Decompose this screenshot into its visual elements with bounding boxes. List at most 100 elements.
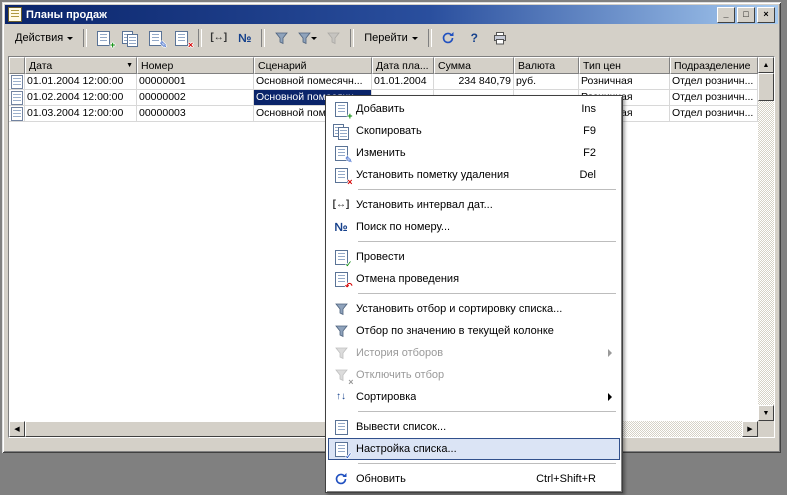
- menu-item-label: История отборов: [356, 347, 443, 359]
- copy-button[interactable]: [117, 26, 142, 50]
- disable-filter-button[interactable]: [321, 26, 346, 50]
- menu-item-filter-by-column-value[interactable]: Отбор по значению в текущей колонке: [328, 320, 620, 342]
- menu-item-edit[interactable]: ✎ Изменить F2: [328, 142, 620, 164]
- menu-item-list-settings[interactable]: ✓ Настройка списка...: [328, 438, 620, 460]
- cell-department[interactable]: Отдел розничн...: [670, 74, 758, 90]
- menu-item-label: Провести: [356, 251, 405, 263]
- header-price-type[interactable]: Тип цен: [579, 57, 670, 74]
- cell-date[interactable]: 01.02.2004 12:00:00: [25, 90, 137, 106]
- menu-item-sort[interactable]: ↑↓ Сортировка: [328, 386, 620, 408]
- header-date[interactable]: Дата ▼: [25, 57, 137, 74]
- goto-label: Перейти: [364, 32, 408, 44]
- date-interval-button[interactable]: [↔]: [206, 26, 231, 50]
- edit-button[interactable]: ✎: [143, 26, 168, 50]
- cell-scenario[interactable]: Основной помесячн...: [254, 74, 372, 90]
- table-header: Дата ▼ Номер Сценарий Дата пла... Сумма …: [9, 57, 758, 74]
- search-by-number-button[interactable]: №: [232, 26, 257, 50]
- document-icon: [11, 91, 23, 105]
- add-icon: +: [97, 31, 110, 46]
- date-interval-icon: [↔]: [210, 33, 227, 43]
- header-icon-column[interactable]: [9, 57, 25, 74]
- menu-item-post[interactable]: ✓ Провести: [328, 246, 620, 268]
- cell-department[interactable]: Отдел розничн...: [670, 90, 758, 106]
- undo-post-icon: ↶: [330, 272, 352, 287]
- menu-item-mark-delete[interactable]: × Установить пометку удаления Del: [328, 164, 620, 186]
- header-number[interactable]: Номер: [137, 57, 254, 74]
- cell-number[interactable]: 00000001: [137, 74, 254, 90]
- vertical-scroll-thumb[interactable]: [758, 73, 774, 101]
- dropdown-caret-icon: [412, 37, 418, 40]
- cell-plan-date[interactable]: 01.01.2004: [372, 74, 434, 90]
- menu-item-filter-history[interactable]: История отборов: [328, 342, 620, 364]
- toolbar-separator: [261, 29, 265, 47]
- menu-item-set-date-interval[interactable]: [↔] Установить интервал дат...: [328, 194, 620, 216]
- menu-item-label: Изменить: [356, 147, 406, 159]
- cell-date[interactable]: 01.03.2004 12:00:00: [25, 106, 137, 122]
- vertical-scrollbar[interactable]: ▲ ▼: [758, 57, 774, 421]
- scroll-up-button[interactable]: ▲: [758, 57, 774, 73]
- cell-number[interactable]: 00000002: [137, 90, 254, 106]
- menu-item-add[interactable]: + Добавить Ins: [328, 98, 620, 120]
- cell-date[interactable]: 01.01.2004 12:00:00: [25, 74, 137, 90]
- menu-item-search-by-number[interactable]: № Поиск по номеру...: [328, 216, 620, 238]
- header-label: Номер: [141, 60, 173, 72]
- filter-sort-icon: [330, 303, 352, 316]
- menu-item-label: Добавить: [356, 103, 405, 115]
- cell-currency[interactable]: руб.: [514, 74, 579, 90]
- menu-item-label: Обновить: [356, 473, 406, 485]
- filter-history-button[interactable]: [295, 26, 320, 50]
- filter-sort-icon: [275, 32, 288, 45]
- scroll-left-button[interactable]: ◀: [9, 421, 25, 437]
- menu-shortcut: F9: [583, 125, 618, 137]
- desktop-background: Планы продаж _ □ × Действия + ✎: [0, 0, 787, 495]
- menu-separator: [358, 463, 616, 464]
- menu-item-refresh[interactable]: Обновить Ctrl+Shift+R: [328, 468, 620, 490]
- window-titlebar[interactable]: Планы продаж _ □ ×: [5, 5, 778, 24]
- disable-filter-icon: ×: [330, 369, 352, 382]
- copy-icon: [330, 124, 352, 139]
- menu-item-label: Скопировать: [356, 125, 422, 137]
- menu-item-disable-filter[interactable]: × Отключить отбор: [328, 364, 620, 386]
- close-button[interactable]: ×: [757, 7, 775, 23]
- menu-shortcut: Del: [579, 169, 618, 181]
- menu-item-undo-post[interactable]: ↶ Отмена проведения: [328, 268, 620, 290]
- menu-item-copy[interactable]: Скопировать F9: [328, 120, 620, 142]
- goto-menu-button[interactable]: Перейти: [358, 26, 424, 50]
- window-title: Планы продаж: [26, 9, 717, 21]
- header-label: Тип цен: [583, 60, 621, 72]
- actions-label: Действия: [15, 32, 63, 44]
- header-scenario[interactable]: Сценарий: [254, 57, 372, 74]
- output-list-icon: [330, 420, 352, 435]
- menu-item-output-list[interactable]: Вывести список...: [328, 416, 620, 438]
- menu-item-label: Установить интервал дат...: [356, 199, 493, 211]
- menu-item-set-filter-sort[interactable]: Установить отбор и сортировку списка...: [328, 298, 620, 320]
- header-department[interactable]: Подразделение: [670, 57, 758, 74]
- help-button[interactable]: ?: [462, 26, 487, 50]
- mark-delete-button[interactable]: ×: [169, 26, 194, 50]
- menu-separator: [358, 293, 616, 294]
- header-currency[interactable]: Валюта: [514, 57, 579, 74]
- scroll-right-button[interactable]: ▶: [742, 421, 758, 437]
- cell-department[interactable]: Отдел розничн...: [670, 106, 758, 122]
- header-plan-date[interactable]: Дата пла...: [372, 57, 434, 74]
- cell-price-type[interactable]: Розничная: [579, 74, 670, 90]
- actions-menu-button[interactable]: Действия: [9, 26, 79, 50]
- menu-shortcut: F2: [583, 147, 618, 159]
- add-button[interactable]: +: [91, 26, 116, 50]
- menu-separator: [358, 411, 616, 412]
- table-row[interactable]: 01.01.2004 12:00:00 00000001 Основной по…: [9, 74, 758, 90]
- context-menu: + Добавить Ins Скопировать F9 ✎ Изменить…: [325, 95, 623, 493]
- mark-delete-icon: ×: [330, 168, 352, 183]
- cell-number[interactable]: 00000003: [137, 106, 254, 122]
- header-amount[interactable]: Сумма: [434, 57, 514, 74]
- scroll-down-button[interactable]: ▼: [758, 405, 774, 421]
- menu-item-label: Настройка списка...: [356, 443, 457, 455]
- minimize-button[interactable]: _: [717, 7, 735, 23]
- cell-amount[interactable]: 234 840,79: [434, 74, 514, 90]
- filter-sort-button[interactable]: [269, 26, 294, 50]
- header-label: Сценарий: [258, 60, 307, 72]
- maximize-button[interactable]: □: [737, 7, 755, 23]
- refresh-button[interactable]: [436, 26, 461, 50]
- print-button[interactable]: [488, 26, 513, 50]
- add-icon: +: [330, 102, 352, 117]
